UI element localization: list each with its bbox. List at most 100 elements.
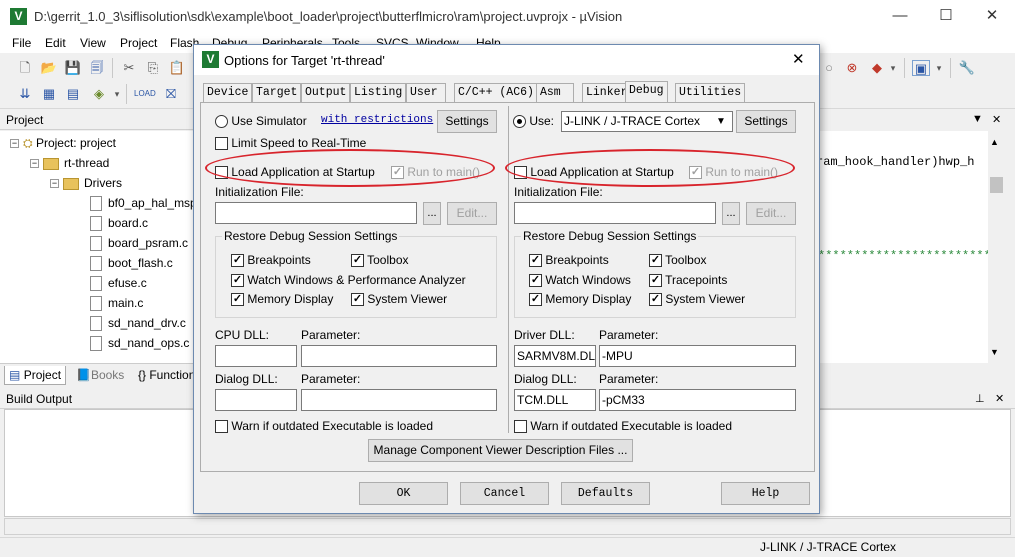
tab-cc[interactable]: C/C++ (AC6) — [454, 83, 538, 103]
tab-user[interactable]: User — [406, 83, 446, 103]
help-button[interactable]: Help — [721, 482, 810, 505]
toolbox-checkbox-left[interactable]: ✓ — [351, 254, 364, 268]
cpu-dll-input[interactable] — [215, 345, 297, 367]
breakpoints-option-left[interactable]: ✓ Breakpoints — [231, 253, 311, 268]
collapse-icon[interactable]: − — [50, 179, 59, 189]
init-file-edit-right[interactable]: Edit... — [746, 202, 796, 225]
use-debugger-option[interactable]: Use: — [513, 114, 554, 129]
tree-file[interactable]: efuse.c — [90, 273, 147, 293]
cut-icon[interactable]: ✂ — [120, 60, 138, 76]
pin-icon[interactable]: ⊥ — [975, 392, 985, 405]
limit-speed-checkbox[interactable] — [215, 137, 228, 151]
debugger-select[interactable]: J-LINK / J-TRACE Cortex ▼ — [561, 111, 733, 132]
warn-checkbox-right[interactable] — [514, 420, 527, 434]
minimize-button[interactable]: — — [877, 0, 923, 33]
memory-display-checkbox-left[interactable]: ✓ — [231, 293, 244, 307]
breakpoints-option-right[interactable]: ✓ Breakpoints — [529, 253, 609, 268]
chevron-down-icon[interactable]: ▾ — [884, 60, 902, 76]
tree-file[interactable]: sd_nand_ops.c — [90, 333, 189, 353]
cpu-param-input[interactable] — [301, 345, 497, 367]
close-window-button[interactable]: ✕ — [969, 0, 1015, 33]
toolbox-option-right[interactable]: ✓ Toolbox — [649, 253, 707, 268]
dialog-dll-input-right[interactable]: TCM.DLL — [514, 389, 596, 411]
tab-books[interactable]: 📘Books — [72, 366, 128, 385]
watch-windows-checkbox-left[interactable]: ✓ — [231, 274, 244, 288]
breakpoints-checkbox-left[interactable]: ✓ — [231, 254, 244, 268]
chevron-down-icon[interactable]: ▾ — [930, 60, 948, 76]
save-icon[interactable]: 💾 — [64, 60, 82, 76]
system-viewer-checkbox-left[interactable]: ✓ — [351, 293, 364, 307]
init-file-browse-left[interactable]: ... — [423, 202, 441, 225]
scroll-thumb[interactable] — [990, 177, 1003, 193]
collapse-icon[interactable]: − — [30, 159, 39, 169]
tab-debug[interactable]: Debug — [625, 81, 668, 104]
menu-view[interactable]: View — [80, 36, 106, 50]
tracepoints-checkbox[interactable]: ✓ — [649, 274, 662, 288]
init-file-edit-left[interactable]: Edit... — [447, 202, 497, 225]
tab-target[interactable]: Target — [252, 83, 302, 103]
init-file-browse-right[interactable]: ... — [722, 202, 740, 225]
tree-file[interactable]: bf0_ap_hal_msp.c — [90, 193, 200, 213]
build-output-hscrollbar[interactable] — [4, 518, 1011, 535]
simulator-settings-button[interactable]: Settings — [437, 110, 497, 133]
dialog-close-button[interactable]: ✕ — [792, 50, 805, 68]
tree-file[interactable]: board_psram.c — [90, 233, 188, 253]
memory-display-checkbox-right[interactable]: ✓ — [529, 293, 542, 307]
tab-output[interactable]: Output — [301, 83, 351, 103]
maximize-button[interactable]: ☐ — [923, 0, 969, 33]
stop-build-icon[interactable]: ⛝ — [162, 86, 180, 102]
memory-display-option-left[interactable]: ✓ Memory Display — [231, 292, 333, 307]
system-viewer-checkbox-right[interactable]: ✓ — [649, 293, 662, 307]
batch-build-icon[interactable]: ◈ — [90, 86, 108, 102]
watch-windows-option-right[interactable]: ✓ Watch Windows — [529, 273, 631, 288]
driver-param-input[interactable]: -MPU — [599, 345, 796, 367]
menu-file[interactable]: File — [12, 36, 31, 50]
tab-listing[interactable]: Listing — [350, 83, 407, 103]
manage-component-viewer-button[interactable]: Manage Component Viewer Description File… — [368, 439, 633, 462]
translate-icon[interactable]: ⇊ — [16, 86, 34, 102]
download-icon[interactable]: LOAD — [134, 86, 156, 102]
scroll-up-icon[interactable]: ▲ — [990, 137, 999, 147]
warn-option-right[interactable]: Warn if outdated Executable is loaded — [514, 419, 732, 434]
with-restrictions-link[interactable]: with restrictions — [321, 114, 433, 126]
tab-asm[interactable]: Asm — [536, 83, 574, 103]
copy-icon[interactable]: ⎘ — [144, 60, 162, 76]
tree-file[interactable]: boot_flash.c — [90, 253, 173, 273]
chevron-down-icon[interactable]: ▼ — [972, 113, 983, 125]
tree-file[interactable]: board.c — [90, 213, 148, 233]
chevron-down-icon[interactable]: ▾ — [108, 86, 126, 102]
cancel-button[interactable]: Cancel — [460, 482, 549, 505]
wrench-icon[interactable]: 🔧 — [958, 60, 976, 76]
breakpoints-checkbox-right[interactable]: ✓ — [529, 254, 542, 268]
dialog-param-input-left[interactable] — [301, 389, 497, 411]
use-debugger-radio[interactable] — [513, 115, 526, 129]
driver-dll-input[interactable]: SARMV8M.DLL — [514, 345, 596, 367]
warn-checkbox-left[interactable] — [215, 420, 228, 434]
chevron-down-icon[interactable]: ▼ — [716, 112, 726, 131]
dialog-dll-input-left[interactable] — [215, 389, 297, 411]
system-viewer-option-left[interactable]: ✓ System Viewer — [351, 292, 447, 307]
build-icon[interactable]: ▦ — [40, 86, 58, 102]
watch-windows-checkbox-right[interactable]: ✓ — [529, 274, 542, 288]
toolbox-checkbox-right[interactable]: ✓ — [649, 254, 662, 268]
use-simulator-radio[interactable] — [215, 115, 228, 129]
system-viewer-option-right[interactable]: ✓ System Viewer — [649, 292, 745, 307]
ok-button[interactable]: OK — [359, 482, 448, 505]
tree-item-target[interactable]: − rt-thread — [30, 153, 109, 173]
open-file-icon[interactable]: 📂 — [40, 60, 58, 76]
warn-option-left[interactable]: Warn if outdated Executable is loaded — [215, 419, 433, 434]
memory-display-option-right[interactable]: ✓ Memory Display — [529, 292, 631, 307]
close-icon[interactable]: ✕ — [992, 113, 1001, 126]
close-icon[interactable]: ✕ — [995, 392, 1004, 405]
watch-windows-option-left[interactable]: ✓ Watch Windows & Performance Analyzer — [231, 273, 466, 288]
init-file-input-right[interactable] — [514, 202, 716, 224]
defaults-button[interactable]: Defaults — [561, 482, 650, 505]
tree-item-root[interactable]: − ⛭ Project: project — [10, 133, 116, 153]
menu-project[interactable]: Project — [120, 36, 157, 50]
tracepoints-option[interactable]: ✓ Tracepoints — [649, 273, 727, 288]
menu-edit[interactable]: Edit — [45, 36, 66, 50]
tab-project[interactable]: ▤ Project — [4, 366, 67, 385]
init-file-input-left[interactable] — [215, 202, 417, 224]
circle-icon[interactable]: ○ — [820, 60, 838, 76]
toolbox-option-left[interactable]: ✓ Toolbox — [351, 253, 409, 268]
